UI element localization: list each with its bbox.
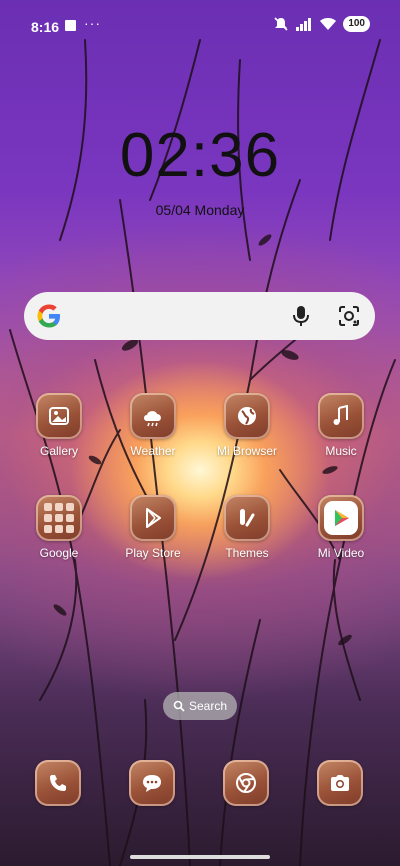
- app-weather[interactable]: Weather: [108, 393, 198, 458]
- chrome-icon: [223, 760, 269, 806]
- app-search-button[interactable]: Search: [163, 692, 237, 720]
- app-label: Themes: [225, 546, 269, 560]
- app-music[interactable]: Music: [296, 393, 386, 458]
- folder-icon: [36, 495, 82, 541]
- app-label: Google: [39, 546, 79, 560]
- app-label: Mi Video: [317, 546, 365, 560]
- app-mi-video[interactable]: Mi Video: [296, 495, 386, 560]
- app-label: Music: [325, 444, 357, 458]
- phone-icon: [35, 760, 81, 806]
- lockscreen-clock[interactable]: 02:36: [0, 120, 400, 191]
- app-google-folder[interactable]: Google: [14, 495, 104, 560]
- messages-icon: [129, 760, 175, 806]
- weather-icon: [130, 393, 176, 439]
- app-play-store[interactable]: Play Store: [108, 495, 198, 560]
- mic-icon[interactable]: [290, 304, 312, 328]
- dock-camera[interactable]: [317, 760, 363, 806]
- app-label: Weather: [130, 444, 176, 458]
- lens-icon[interactable]: [337, 304, 361, 328]
- play-store-icon: [130, 495, 176, 541]
- dock-messages[interactable]: [129, 760, 175, 806]
- app-mi-browser[interactable]: Mi Browser: [202, 393, 292, 458]
- mute-icon: [274, 17, 288, 31]
- gesture-navigation-bar[interactable]: [130, 855, 270, 859]
- wifi-icon: [320, 18, 337, 30]
- camera-icon: [317, 760, 363, 806]
- signal-icon: [296, 18, 312, 31]
- video-icon: [318, 495, 364, 541]
- overflow-dots: ···: [84, 15, 101, 31]
- app-label: Mi Browser: [216, 444, 277, 458]
- dock-chrome[interactable]: [223, 760, 269, 806]
- search-label: Search: [188, 699, 228, 713]
- themes-icon: [224, 495, 270, 541]
- status-time: 8:16: [31, 19, 60, 35]
- status-bar: 8:16 ··· 100: [0, 0, 400, 52]
- gallery-icon: [36, 393, 82, 439]
- google-search-widget[interactable]: [24, 292, 375, 340]
- app-themes[interactable]: Themes: [202, 495, 292, 560]
- google-logo-icon: [37, 304, 60, 328]
- battery-level: 100: [343, 16, 370, 32]
- app-gallery[interactable]: Gallery: [14, 393, 104, 458]
- dock-phone[interactable]: [35, 760, 81, 806]
- music-icon: [318, 393, 364, 439]
- app-label: Play Store: [125, 546, 181, 560]
- notification-square-icon: [65, 20, 76, 31]
- app-label: Gallery: [39, 444, 78, 458]
- status-icons: 100: [273, 16, 370, 32]
- browser-icon: [224, 393, 270, 439]
- lockscreen-date[interactable]: 05/04 Monday: [0, 202, 400, 218]
- search-icon: [173, 700, 185, 712]
